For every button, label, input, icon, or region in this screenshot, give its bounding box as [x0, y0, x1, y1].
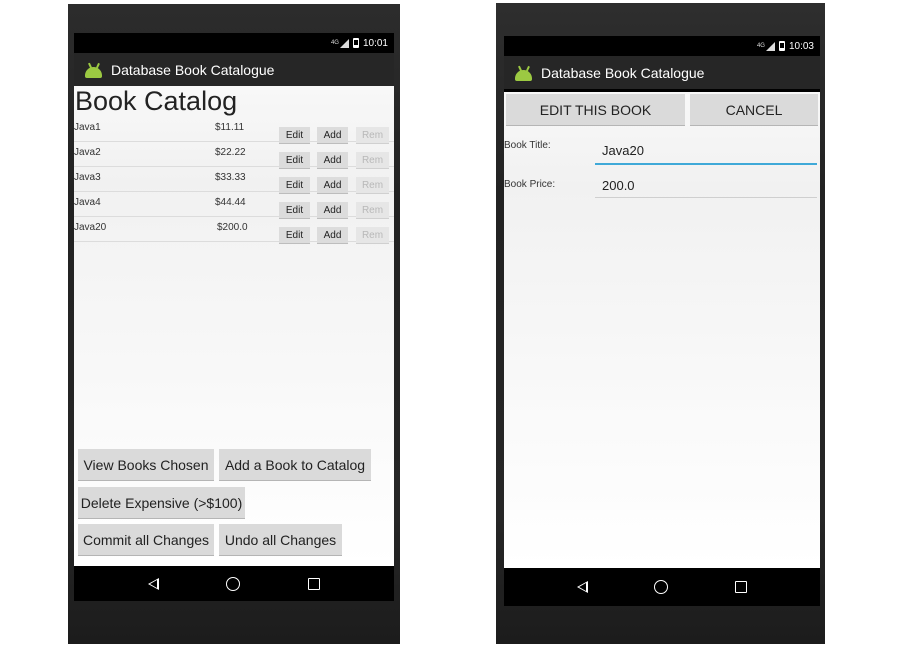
network-type-label: 4G	[756, 43, 765, 49]
book-price: $22.22	[215, 147, 246, 158]
book-row: Java20 $200.0 Edit Add Rem	[74, 217, 394, 244]
edit-this-book-button[interactable]: EDIT THIS BOOK	[506, 94, 685, 126]
back-icon[interactable]	[147, 577, 159, 590]
recents-icon[interactable]	[734, 581, 747, 593]
home-icon[interactable]	[654, 580, 669, 594]
book-title-label: Book Title:	[504, 140, 551, 151]
book-title-input[interactable]: Java20	[602, 143, 644, 158]
navigation-bar	[504, 568, 820, 606]
book-price-underline	[595, 197, 817, 198]
book-row: Java4 $44.44 Edit Add Rem	[74, 192, 394, 219]
book-name: Java3	[74, 172, 101, 183]
book-name: Java1	[74, 122, 101, 133]
book-price: $11.11	[215, 122, 245, 133]
navigation-bar	[74, 566, 394, 601]
screen: 4G 10:01 Database Book Catalogue Book Ca…	[74, 33, 394, 601]
status-time: 10:03	[788, 40, 814, 52]
app-title: Database Book Catalogue	[541, 64, 705, 81]
home-icon[interactable]	[226, 576, 241, 591]
edit-book-button[interactable]: Edit	[279, 227, 310, 244]
book-price-label: Book Price:	[504, 179, 556, 190]
battery-icon	[778, 41, 785, 51]
signal-icon	[339, 38, 349, 48]
catalog-content: Book Catalog Java1 $11.11 Edit Add Rem Java2 $…	[74, 86, 394, 566]
battery-icon	[352, 38, 359, 48]
book-list: Java1 $11.11 Edit Add Rem Java2 $22.22 Edit Add R…	[74, 117, 394, 244]
book-price: $33.33	[215, 172, 246, 183]
status-time: 10:01	[362, 37, 388, 49]
phone-catalog: 4G 10:01 Database Book Catalogue Book Ca…	[68, 4, 400, 644]
book-name: Java4	[74, 197, 101, 208]
status-bar: 4G 10:01	[74, 33, 394, 53]
status-bar: 4G 10:03	[504, 36, 820, 56]
action-bar: Database Book Catalogue	[74, 53, 394, 86]
undo-changes-button[interactable]: Undo all Changes	[219, 524, 342, 556]
page-title: Book Catalog	[75, 86, 238, 116]
network-type-label: 4G	[330, 40, 339, 46]
book-price: $44.44	[215, 197, 246, 208]
add-book-to-chosen-button[interactable]: Add	[317, 227, 348, 244]
screen: 4G 10:03 Database Book Catalogue EDIT TH…	[504, 36, 820, 606]
book-row: Java1 $11.11 Edit Add Rem	[74, 117, 394, 144]
book-name: Java20	[74, 222, 107, 233]
edit-content: EDIT THIS BOOK CANCEL Book Title: Java20…	[504, 92, 820, 568]
android-icon	[84, 62, 103, 78]
app-title: Database Book Catalogue	[111, 61, 275, 78]
book-row: Java3 $33.33 Edit Add Rem	[74, 167, 394, 194]
recents-icon[interactable]	[308, 577, 321, 590]
back-icon[interactable]	[577, 581, 589, 593]
book-price-input[interactable]: 200.0	[602, 178, 635, 193]
add-book-button[interactable]: Add a Book to Catalog	[219, 449, 371, 481]
book-row: Java2 $22.22 Edit Add Rem	[74, 142, 394, 169]
commit-changes-button[interactable]: Commit all Changes	[78, 524, 214, 556]
delete-expensive-button[interactable]: Delete Expensive (>$100)	[78, 487, 245, 519]
android-icon	[514, 65, 533, 81]
remove-book-button[interactable]: Rem	[356, 227, 389, 244]
view-books-chosen-button[interactable]: View Books Chosen	[78, 449, 214, 481]
book-title-underline	[595, 163, 817, 165]
signal-icon	[765, 41, 775, 51]
cancel-button[interactable]: CANCEL	[690, 94, 818, 126]
book-name: Java2	[74, 147, 101, 158]
action-bar: Database Book Catalogue	[504, 56, 820, 89]
phone-edit-book: 4G 10:03 Database Book Catalogue EDIT TH…	[496, 3, 825, 644]
book-price: $200.0	[217, 222, 248, 233]
